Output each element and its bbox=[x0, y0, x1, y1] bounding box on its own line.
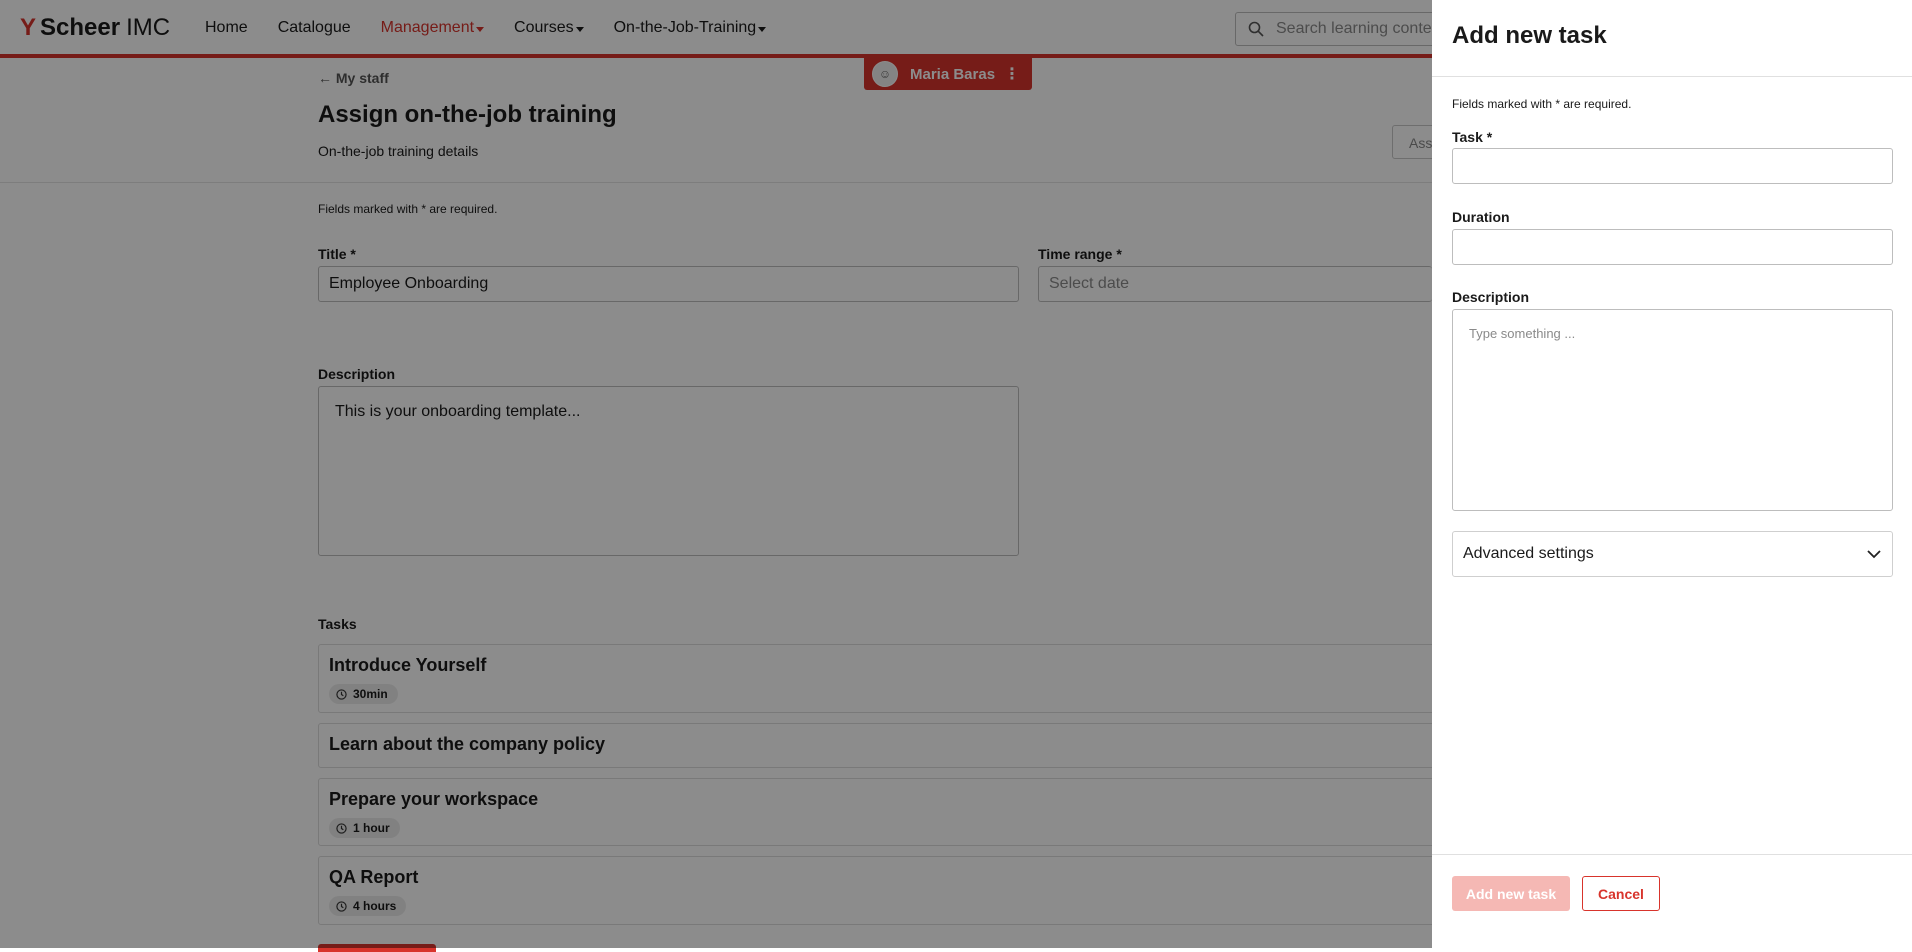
drawer-title: Add new task bbox=[1452, 22, 1607, 49]
modal-backdrop[interactable] bbox=[0, 0, 1432, 948]
drawer-description-label: Description bbox=[1452, 289, 1530, 305]
add-new-task-button[interactable]: Add new task bbox=[1452, 876, 1570, 911]
drawer-required-note: Fields marked with * are required. bbox=[1452, 97, 1632, 111]
duration-label: Duration bbox=[1452, 209, 1510, 225]
drawer-description-field[interactable]: Type something ... bbox=[1452, 309, 1893, 511]
task-label: Task * bbox=[1452, 129, 1493, 145]
advanced-settings-label: Advanced settings bbox=[1463, 545, 1594, 562]
advanced-settings-toggle[interactable]: Advanced settings bbox=[1452, 531, 1893, 577]
chevron-down-icon bbox=[1867, 550, 1881, 559]
cancel-button[interactable]: Cancel bbox=[1582, 876, 1660, 911]
duration-field[interactable] bbox=[1452, 229, 1893, 265]
add-task-drawer: Add new task Fields marked with * are re… bbox=[1432, 0, 1912, 948]
divider bbox=[1432, 76, 1912, 77]
task-field[interactable] bbox=[1452, 148, 1893, 184]
divider bbox=[1432, 854, 1912, 855]
